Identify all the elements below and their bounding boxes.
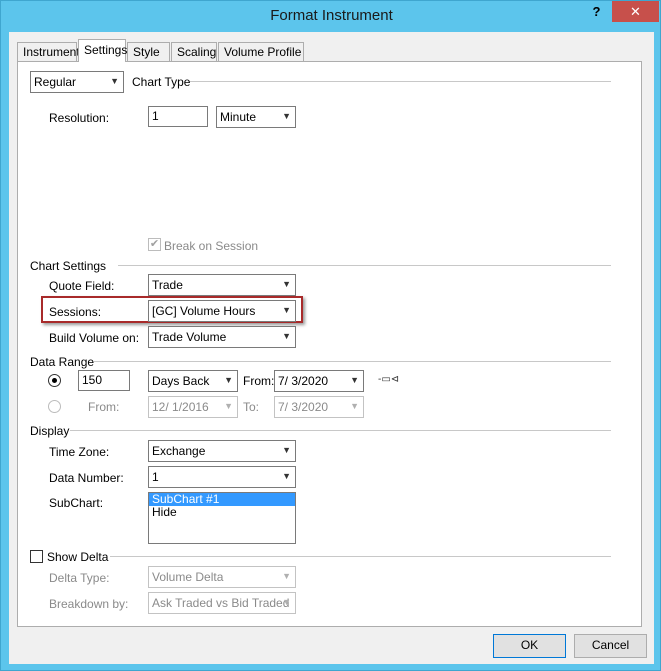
build-volume-select[interactable]: Trade Volume ▼	[148, 326, 296, 348]
to-date-value: 7/ 3/2020	[278, 400, 329, 414]
from-to-radio[interactable]	[48, 400, 61, 413]
tab-settings[interactable]: Settings	[78, 39, 127, 62]
days-back-count-input[interactable]: 150	[78, 370, 130, 391]
list-item[interactable]: Hide	[149, 506, 295, 519]
cancel-button[interactable]: Cancel	[574, 634, 647, 658]
chevron-down-icon: ▼	[282, 279, 291, 289]
show-delta-checkbox[interactable]	[30, 550, 43, 563]
chevron-down-icon: ▼	[282, 471, 291, 481]
subchart-label: SubChart:	[49, 496, 104, 510]
build-volume-label: Build Volume on:	[49, 331, 140, 345]
break-on-session-checkbox[interactable]: ✔	[148, 238, 161, 251]
from2-label: From:	[88, 400, 120, 414]
quote-field-label: Quote Field:	[49, 279, 115, 293]
help-button[interactable]: ?	[583, 1, 610, 22]
chevron-down-icon: ▼	[282, 597, 291, 607]
from-date-value: 7/ 3/2020	[278, 374, 329, 388]
chevron-down-icon: ▼	[282, 445, 291, 455]
chevron-down-icon: ▼	[224, 375, 233, 385]
chart-settings-heading: Chart Settings	[30, 259, 107, 273]
display-heading: Display	[30, 424, 70, 438]
resolution-unit-value: Minute	[220, 110, 257, 124]
data-range-heading: Data Range	[30, 355, 95, 369]
to-date-picker[interactable]: 7/ 3/2020 ▼	[274, 396, 364, 418]
show-delta-divider	[110, 556, 611, 557]
range-mode-select[interactable]: Days Back ▼	[148, 370, 238, 392]
delta-type-value: Volume Delta	[152, 570, 224, 584]
to-label: To:	[243, 400, 260, 414]
quote-field-select[interactable]: Trade ▼	[148, 274, 296, 296]
chart-settings-divider	[118, 265, 611, 266]
breakdown-select[interactable]: Ask Traded vs Bid Traded ▼	[148, 592, 296, 614]
resolution-unit-select[interactable]: Minute ▼	[216, 106, 296, 128]
from-date-picker[interactable]: 7/ 3/2020 ▼	[274, 370, 364, 392]
chart-type-divider	[190, 81, 611, 82]
display-divider	[70, 430, 611, 431]
chevron-down-icon: ▼	[282, 571, 291, 581]
sessions-value: [GC] Volume Hours	[152, 304, 256, 318]
delta-type-label: Delta Type:	[49, 571, 110, 585]
resolution-label: Resolution:	[49, 111, 110, 125]
sessions-label: Sessions:	[49, 305, 102, 319]
chevron-down-icon: ▼	[224, 401, 233, 411]
data-range-divider	[94, 361, 611, 362]
chevron-down-icon: ▼	[350, 375, 359, 385]
subchart-listbox[interactable]: SubChart #1 Hide	[148, 492, 296, 544]
breakdown-label: Breakdown by:	[49, 597, 129, 611]
build-volume-value: Trade Volume	[152, 330, 227, 344]
from-label: From:	[243, 374, 275, 388]
tab-scaling[interactable]: Scaling	[171, 42, 217, 61]
break-on-session-label: Break on Session	[164, 239, 259, 253]
chevron-down-icon: ▼	[350, 401, 359, 411]
breakdown-value: Ask Traded vs Bid Traded	[152, 596, 290, 610]
delta-type-select[interactable]: Volume Delta ▼	[148, 566, 296, 588]
settings-panel: Regular ▼ Chart Type Resolution: 1 Minut…	[17, 61, 642, 627]
chevron-down-icon: ▼	[282, 111, 291, 121]
chevron-down-icon: ▼	[282, 305, 291, 315]
range-mode-value: Days Back	[152, 374, 210, 388]
chart-type-label: Chart Type	[132, 75, 191, 89]
time-zone-value: Exchange	[152, 444, 206, 458]
chart-type-select[interactable]: Regular ▼	[30, 71, 124, 93]
days-back-radio[interactable]	[48, 374, 61, 387]
resolution-value-input[interactable]: 1	[148, 106, 208, 127]
data-number-value: 1	[152, 470, 159, 484]
chart-type-value: Regular	[34, 75, 77, 89]
ok-button[interactable]: OK	[493, 634, 566, 658]
time-zone-label: Time Zone:	[49, 445, 110, 459]
quote-field-value: Trade	[152, 278, 183, 292]
close-button[interactable]: ✕	[612, 1, 659, 22]
radio-dot	[52, 378, 57, 383]
sessions-select[interactable]: [GC] Volume Hours ▼	[148, 300, 296, 322]
window-title: Format Instrument	[270, 7, 393, 24]
data-number-label: Data Number:	[49, 471, 124, 485]
chevron-down-icon: ▼	[110, 76, 119, 86]
tab-instrument[interactable]: Instrument	[17, 42, 80, 61]
from2-date-picker[interactable]: 12/ 1/2016 ▼	[148, 396, 238, 418]
dialog-client: Instrument Settings Style Scaling Volume…	[9, 32, 654, 664]
tab-volume-profile[interactable]: Volume Profile	[218, 42, 304, 61]
tab-style[interactable]: Style	[127, 42, 170, 61]
pin-icon[interactable]: -▭⊲	[378, 374, 399, 385]
time-zone-select[interactable]: Exchange ▼	[148, 440, 296, 462]
title-bar[interactable]: Format Instrument ? ✕	[1, 1, 660, 32]
from2-date-value: 12/ 1/2016	[152, 400, 209, 414]
show-delta-label: Show Delta	[47, 550, 109, 564]
data-number-select[interactable]: 1 ▼	[148, 466, 296, 488]
chevron-down-icon: ▼	[282, 331, 291, 341]
format-instrument-window: Format Instrument ? ✕ Instrument Setting…	[0, 0, 661, 671]
